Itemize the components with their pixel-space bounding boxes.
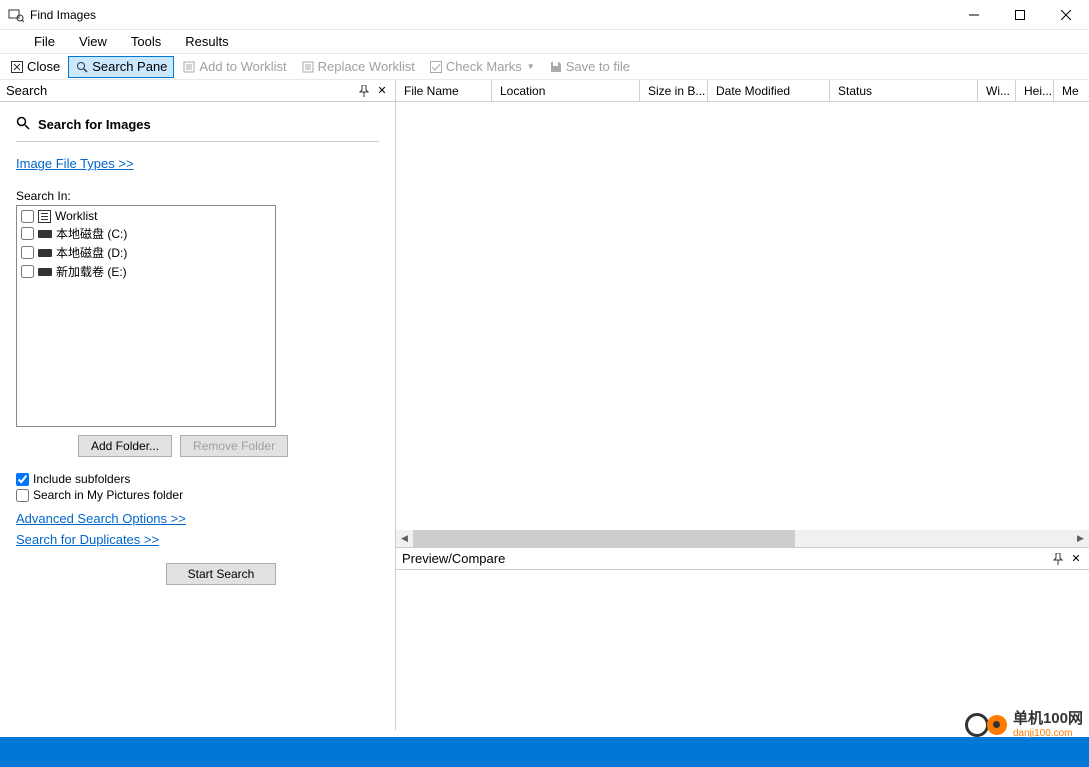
search-icon [16,116,30,133]
folder-list[interactable]: Worklist 本地磁盘 (C:) 本地磁盘 (D:) 新加载卷 (E:) [16,205,276,427]
toolbar-replace-worklist: Replace Worklist [295,56,421,78]
search-panel: Search ✕ Search for Images Image File Ty… [0,80,396,730]
results-table-header: File Name Location Size in B... Date Mod… [396,80,1089,102]
col-status[interactable]: Status [830,80,978,101]
scroll-thumb[interactable] [413,530,795,547]
scroll-left-icon[interactable]: ◀ [396,530,413,547]
col-width[interactable]: Wi... [978,80,1016,101]
search-icon [75,60,89,74]
file-types-link[interactable]: Image File Types >> [16,156,134,171]
chevron-down-icon: ▼ [527,62,535,71]
pin-icon[interactable] [1051,552,1065,566]
watermark-logo-icon [963,703,1007,747]
menu-view[interactable]: View [69,32,117,51]
list-replace-icon [301,60,315,74]
folder-checkbox[interactable] [21,227,34,240]
folder-item[interactable]: 本地磁盘 (C:) [19,224,273,243]
close-x-icon [10,60,24,74]
search-panel-title: Search [6,83,353,98]
pin-icon[interactable] [357,84,371,98]
advanced-options-link[interactable]: Advanced Search Options >> [16,511,186,526]
drive-icon [38,268,52,276]
scroll-right-icon[interactable]: ▶ [1072,530,1089,547]
watermark-text-cn: 单机100网 [1013,711,1083,728]
remove-folder-button: Remove Folder [180,435,288,457]
preview-panel-title: Preview/Compare [402,551,1047,566]
start-search-button[interactable]: Start Search [166,563,276,585]
col-size[interactable]: Size in B... [640,80,708,101]
include-subfolders-check[interactable]: Include subfolders [16,471,379,487]
toolbar-search-pane[interactable]: Search Pane [68,56,174,78]
worklist-icon [38,210,51,223]
menubar: File View Tools Results [0,30,1089,54]
titlebar: Find Images [0,0,1089,30]
col-height[interactable]: Hei... [1016,80,1054,101]
horizontal-scrollbar[interactable]: ◀ ▶ [396,530,1089,547]
toolbar-add-worklist: Add to Worklist [176,56,292,78]
toolbar-save-file: Save to file [543,56,636,78]
folder-item[interactable]: 本地磁盘 (D:) [19,243,273,262]
close-panel-icon[interactable]: ✕ [1069,552,1083,566]
toolbar-check-marks: Check Marks ▼ [423,56,541,78]
search-my-pictures-check[interactable]: Search in My Pictures folder [16,487,379,503]
watermark: 单机100网 danji100.com [963,703,1083,747]
results-table-body [396,102,1089,530]
menu-file[interactable]: File [24,32,65,51]
menu-tools[interactable]: Tools [121,32,171,51]
close-panel-icon[interactable]: ✕ [375,84,389,98]
duplicates-link[interactable]: Search for Duplicates >> [16,532,159,547]
close-window-button[interactable] [1043,0,1089,30]
drive-icon [38,230,52,238]
search-in-label: Search In: [16,189,379,203]
add-folder-button[interactable]: Add Folder... [78,435,172,457]
status-bar [0,737,1089,767]
toolbar-close[interactable]: Close [4,56,66,78]
col-location[interactable]: Location [492,80,640,101]
app-icon [8,7,24,23]
folder-checkbox[interactable] [21,265,34,278]
checkmark-icon [429,60,443,74]
folder-item[interactable]: Worklist [19,208,273,224]
drive-icon [38,249,52,257]
maximize-button[interactable] [997,0,1043,30]
menu-results[interactable]: Results [175,32,238,51]
col-me[interactable]: Me [1054,80,1089,101]
folder-item[interactable]: 新加载卷 (E:) [19,262,273,281]
col-file-name[interactable]: File Name [396,80,492,101]
list-add-icon [182,60,196,74]
section-heading: Search for Images [38,117,151,132]
window-title: Find Images [30,8,96,22]
results-panel: File Name Location Size in B... Date Mod… [396,80,1089,730]
toolbar: Close Search Pane Add to Worklist Replac… [0,54,1089,80]
watermark-text-en: danji100.com [1013,728,1083,739]
col-date-modified[interactable]: Date Modified [708,80,830,101]
folder-checkbox[interactable] [21,210,34,223]
folder-checkbox[interactable] [21,246,34,259]
minimize-button[interactable] [951,0,997,30]
save-icon [549,60,563,74]
